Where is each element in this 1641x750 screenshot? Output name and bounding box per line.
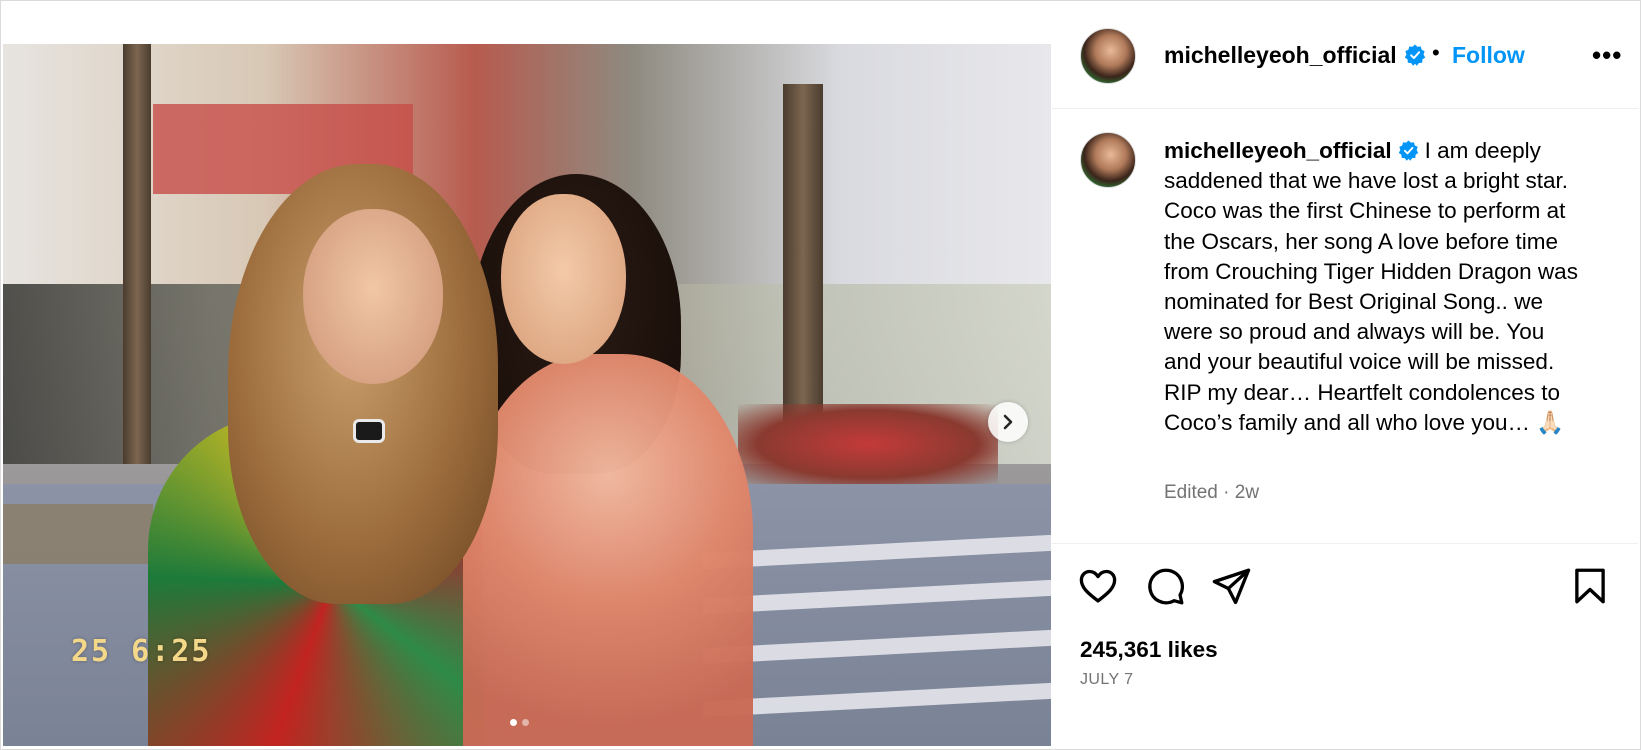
photo-date-overlay: 25 6:25 — [71, 634, 212, 669]
photo-bg-flowers — [738, 404, 998, 484]
heart-icon[interactable] — [1077, 565, 1119, 607]
share-icon[interactable] — [1210, 565, 1252, 607]
carousel-next-button[interactable] — [988, 402, 1028, 442]
post-actions: 245,361 likes JULY 7 — [1052, 545, 1638, 745]
photo-bg-palm — [123, 44, 151, 464]
avatar[interactable] — [1080, 28, 1136, 84]
photo-bg-planter — [3, 504, 153, 564]
photo-necklace-pendant — [353, 419, 385, 443]
header-separator: • — [1432, 40, 1440, 65]
carousel-indicator — [510, 719, 529, 726]
follow-button[interactable]: Follow — [1452, 42, 1525, 69]
verified-badge-icon — [1398, 44, 1426, 68]
post-media: 25 6:25 — [3, 4, 1051, 746]
comment-icon[interactable] — [1144, 565, 1186, 607]
post-date[interactable]: JULY 7 — [1080, 671, 1133, 689]
photo-person-right-dress — [463, 354, 753, 746]
avatar[interactable] — [1080, 132, 1136, 188]
more-options-icon[interactable]: ••• — [1592, 40, 1622, 71]
bookmark-icon[interactable] — [1569, 565, 1611, 607]
post-photo[interactable]: 25 6:25 — [3, 44, 1051, 746]
caption-edited-time: Edited · 2w — [1164, 482, 1260, 503]
chevron-right-icon — [1003, 414, 1013, 430]
caption-section: michelleyeoh_official I am deeply sadden… — [1052, 110, 1638, 544]
caption-text: I am deeply saddened that we have lost a… — [1164, 138, 1578, 435]
post-header: michelleyeoh_official • Follow ••• — [1052, 4, 1638, 109]
praying-hands-emoji: 🙏🏻 — [1536, 409, 1565, 435]
photo-person-right-face — [501, 194, 626, 364]
likes-count[interactable]: 245,361 likes — [1080, 637, 1218, 663]
carousel-dot-active — [510, 719, 517, 726]
photo-person-left-face — [303, 209, 443, 384]
verified-badge-icon — [1398, 140, 1418, 161]
post-side-panel: michelleyeoh_official • Follow ••• miche… — [1052, 4, 1638, 746]
caption-username[interactable]: michelleyeoh_official — [1164, 138, 1392, 163]
header-username[interactable]: michelleyeoh_official — [1164, 42, 1397, 69]
carousel-dot — [522, 719, 529, 726]
post-caption: michelleyeoh_official I am deeply sadden… — [1164, 136, 1584, 438]
